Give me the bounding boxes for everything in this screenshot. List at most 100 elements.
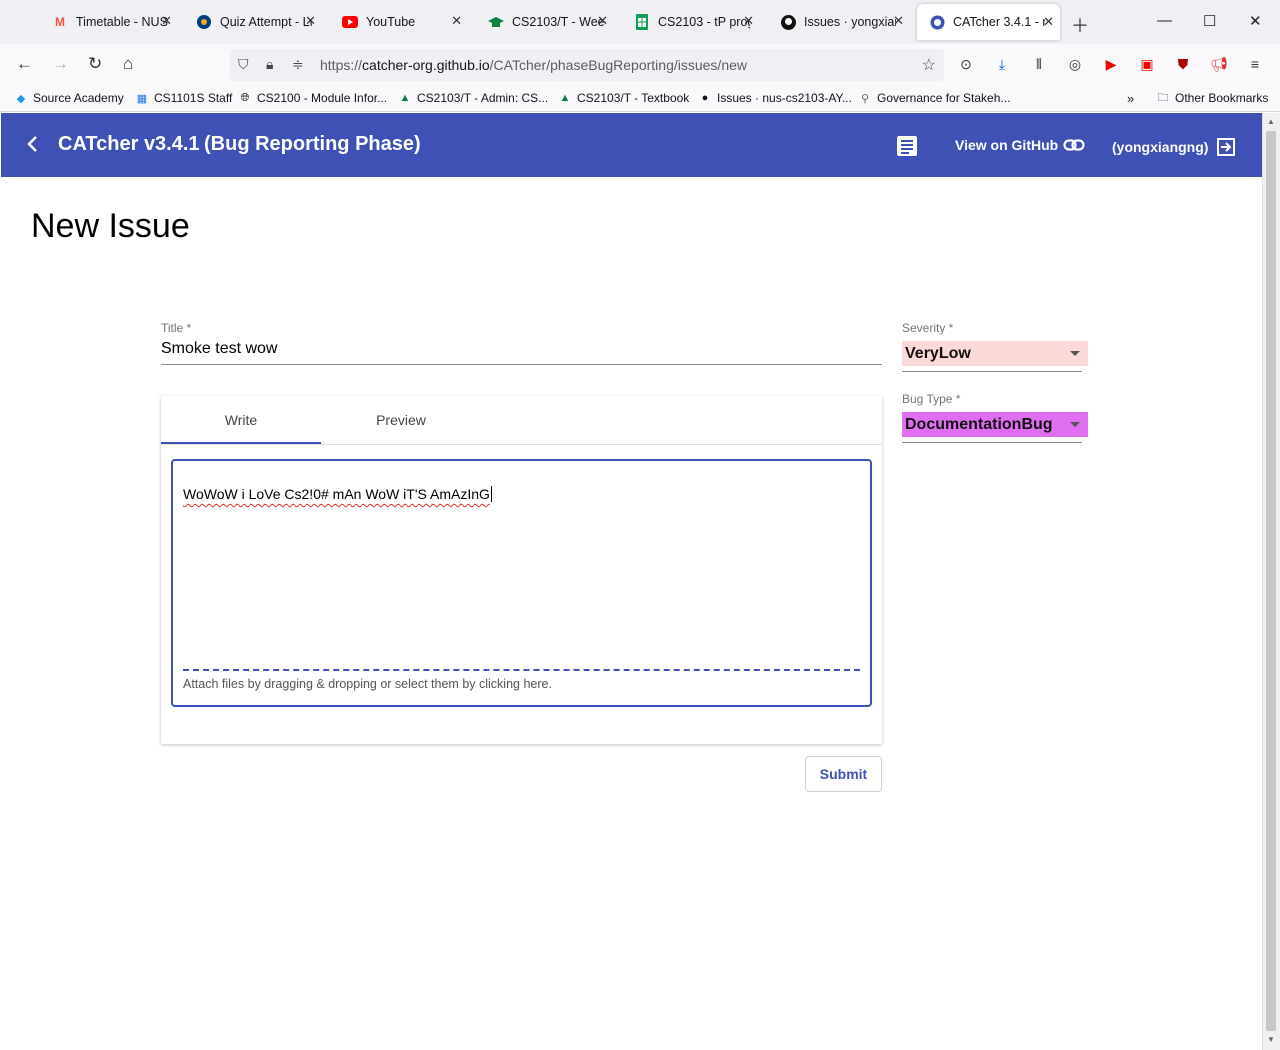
close-icon[interactable]: ✕ xyxy=(743,13,754,29)
close-icon[interactable]: ✕ xyxy=(1043,14,1054,30)
other-bookmarks[interactable]: 🗀︎ Other Bookmarks xyxy=(1156,91,1269,105)
bookmark-cs2103-textbook[interactable]: ▲ CS2103/T - Textbook xyxy=(558,91,690,105)
user-logout[interactable]: (yongxiangng) xyxy=(1112,137,1236,157)
bookmark-source-academy[interactable]: ◆ Source Academy xyxy=(14,91,124,105)
tab-label: CS2103 - tP progress xyxy=(658,15,750,29)
quiz-icon xyxy=(196,14,212,30)
tab-cs2103-week[interactable]: CS2103/T - Week ✕ xyxy=(476,0,614,44)
url-bar[interactable]: ⛉ 🔒︎ ≑ https://catcher-org.github.io/CAT… xyxy=(230,49,944,81)
title-input[interactable]: Smoke test wow xyxy=(161,340,277,358)
close-icon[interactable]: ✕ xyxy=(305,13,316,29)
bookmark-star-icon[interactable]: ☆ xyxy=(922,55,936,75)
title-underline xyxy=(161,364,882,365)
more-bookmarks-icon[interactable]: » xyxy=(1127,91,1134,106)
tab-issues[interactable]: Issues · yongxiangng ✕ xyxy=(768,0,910,44)
severity-select[interactable]: VeryLow xyxy=(902,341,1088,366)
url-text[interactable]: https://catcher-org.github.io/CATcher/ph… xyxy=(320,57,747,73)
bookmark-cs2103-admin[interactable]: ▲ CS2103/T - Admin: CS... xyxy=(398,91,549,105)
tab-timetable[interactable]: M Timetable - NUSMods ✕ xyxy=(40,0,178,44)
ublock-icon[interactable]: ⛊ xyxy=(1174,55,1192,73)
lock-icon[interactable]: 🔒︎ xyxy=(266,56,273,73)
permissions-icon[interactable]: ≑ xyxy=(292,56,304,73)
bookmark-label: Source Academy xyxy=(33,91,124,105)
logout-icon xyxy=(1217,138,1236,156)
bookmark-label: Issues · nus-cs2103-AY... xyxy=(717,91,852,105)
source-academy-icon: ◆ xyxy=(16,92,26,105)
tab-write[interactable]: Write xyxy=(161,396,321,444)
extension-icon[interactable]: ◎ xyxy=(1066,55,1084,73)
title-label: Title * xyxy=(161,321,192,335)
bookmark-cs2100[interactable]: 🌐︎ CS2100 - Module Infor... xyxy=(238,91,387,105)
bookmark-label: CS2103/T - Admin: CS... xyxy=(417,91,549,105)
scroll-down-icon[interactable]: ▼ xyxy=(1267,1035,1275,1044)
attach-files-hint[interactable]: Attach files by dragging & dropping or s… xyxy=(183,677,552,691)
bookmark-label: Governance for Stakeh... xyxy=(877,91,1011,105)
screenshot-extension-icon[interactable]: ▣ xyxy=(1138,55,1156,73)
github-icon: ● xyxy=(701,92,709,104)
close-icon[interactable]: ✕ xyxy=(451,13,462,29)
grad-cap-icon xyxy=(488,14,504,30)
tab-label: Issues · yongxiangng xyxy=(804,15,896,29)
tab-label: YouTube xyxy=(366,15,416,29)
minimize-icon[interactable]: — xyxy=(1157,12,1172,29)
bookmark-label: CS2100 - Module Infor... xyxy=(257,91,388,105)
url-host: catcher-org.github.io xyxy=(362,57,490,73)
bookmark-governance[interactable]: ⚲ Governance for Stakeh... xyxy=(858,91,1010,105)
bookmark-label: Other Bookmarks xyxy=(1175,91,1269,105)
url-prefix: https:// xyxy=(320,57,363,73)
home-icon[interactable]: ⌂ xyxy=(123,54,133,74)
globe-icon: 🌐︎ xyxy=(240,91,250,104)
close-icon[interactable]: ✕ xyxy=(893,13,904,29)
bookmark-label: CS2103/T - Textbook xyxy=(577,91,690,105)
reload-icon[interactable]: ↻ xyxy=(88,54,102,74)
new-tab-icon[interactable]: ＋ xyxy=(1071,12,1089,38)
folder-icon: 🗀︎ xyxy=(1157,91,1169,104)
youtube-extension-icon[interactable]: ▶ xyxy=(1102,55,1120,73)
browser-tab-strip: M Timetable - NUSMods ✕ Quiz Attempt - L… xyxy=(0,0,1280,44)
back-arrow-icon[interactable] xyxy=(23,134,43,154)
tab-quiz[interactable]: Quiz Attempt - LumiNUS ✕ xyxy=(184,0,322,44)
tab-youtube[interactable]: YouTube ✕ xyxy=(330,0,468,44)
bookmark-issues[interactable]: ● Issues · nus-cs2103-AY... xyxy=(698,91,852,105)
youtube-icon xyxy=(342,14,358,30)
download-icon[interactable]: ⤓ xyxy=(993,55,1011,73)
sheets-icon xyxy=(634,14,650,30)
tab-catcher[interactable]: CATcher 3.4.1 - new issue ✕ xyxy=(917,4,1060,40)
submit-button[interactable]: Submit xyxy=(805,756,882,792)
bookmark-cs1101s[interactable]: ▦ CS1101S Staff xyxy=(135,91,232,105)
back-icon[interactable]: ← xyxy=(16,54,33,74)
tab-label: CATcher 3.4.1 - new issue xyxy=(953,15,1045,29)
dropdown-caret-icon xyxy=(1070,351,1080,356)
bug-type-label: Bug Type * xyxy=(902,392,961,406)
pocket-icon[interactable]: ⊙ xyxy=(957,55,975,73)
close-icon[interactable]: ✕ xyxy=(161,13,172,29)
description-value: WoWoW i LoVe Cs2!0# mAn WoW iT'S AmAzInG xyxy=(183,486,490,502)
scroll-up-icon[interactable]: ▲ xyxy=(1267,117,1275,126)
bookmark-label: CS1101S Staff xyxy=(154,91,233,105)
tab-label: Quiz Attempt - LumiNUS xyxy=(220,15,312,29)
forward-icon[interactable]: → xyxy=(52,54,69,74)
page-scrollbar[interactable]: ▲ ▼ xyxy=(1262,113,1280,1050)
catcher-icon xyxy=(929,14,945,30)
megaphone-icon[interactable]: 📢︎ xyxy=(1210,55,1228,73)
scroll-thumb[interactable] xyxy=(1266,131,1276,1031)
close-window-icon[interactable]: ✕ xyxy=(1249,12,1262,30)
library-icon[interactable]: ⫴ xyxy=(1030,55,1048,73)
calendar-icon: ▦ xyxy=(136,92,148,105)
menu-icon[interactable]: ≡ xyxy=(1246,55,1264,73)
dropdown-caret-icon xyxy=(1070,422,1080,427)
app-title: CATcher v3.4.1 xyxy=(58,133,200,155)
shield-icon[interactable]: ⛉ xyxy=(238,56,249,73)
close-icon[interactable]: ✕ xyxy=(597,13,608,29)
text-cursor xyxy=(490,486,492,502)
document-icon[interactable] xyxy=(897,136,917,156)
description-textarea[interactable]: WoWoW i LoVe Cs2!0# mAn WoW iT'S AmAzInG… xyxy=(171,459,872,707)
view-on-github-link[interactable]: View on GitHub xyxy=(955,137,1085,153)
tab-tp-progress[interactable]: CS2103 - tP progress ✕ xyxy=(622,0,760,44)
severity-value: VeryLow xyxy=(905,344,971,362)
link-icon xyxy=(1063,139,1085,151)
bug-type-select[interactable]: DocumentationBug xyxy=(902,412,1088,437)
maximize-icon[interactable]: ☐ xyxy=(1203,12,1216,30)
tab-preview[interactable]: Preview xyxy=(321,396,481,444)
nusmods-icon: M xyxy=(55,15,65,29)
